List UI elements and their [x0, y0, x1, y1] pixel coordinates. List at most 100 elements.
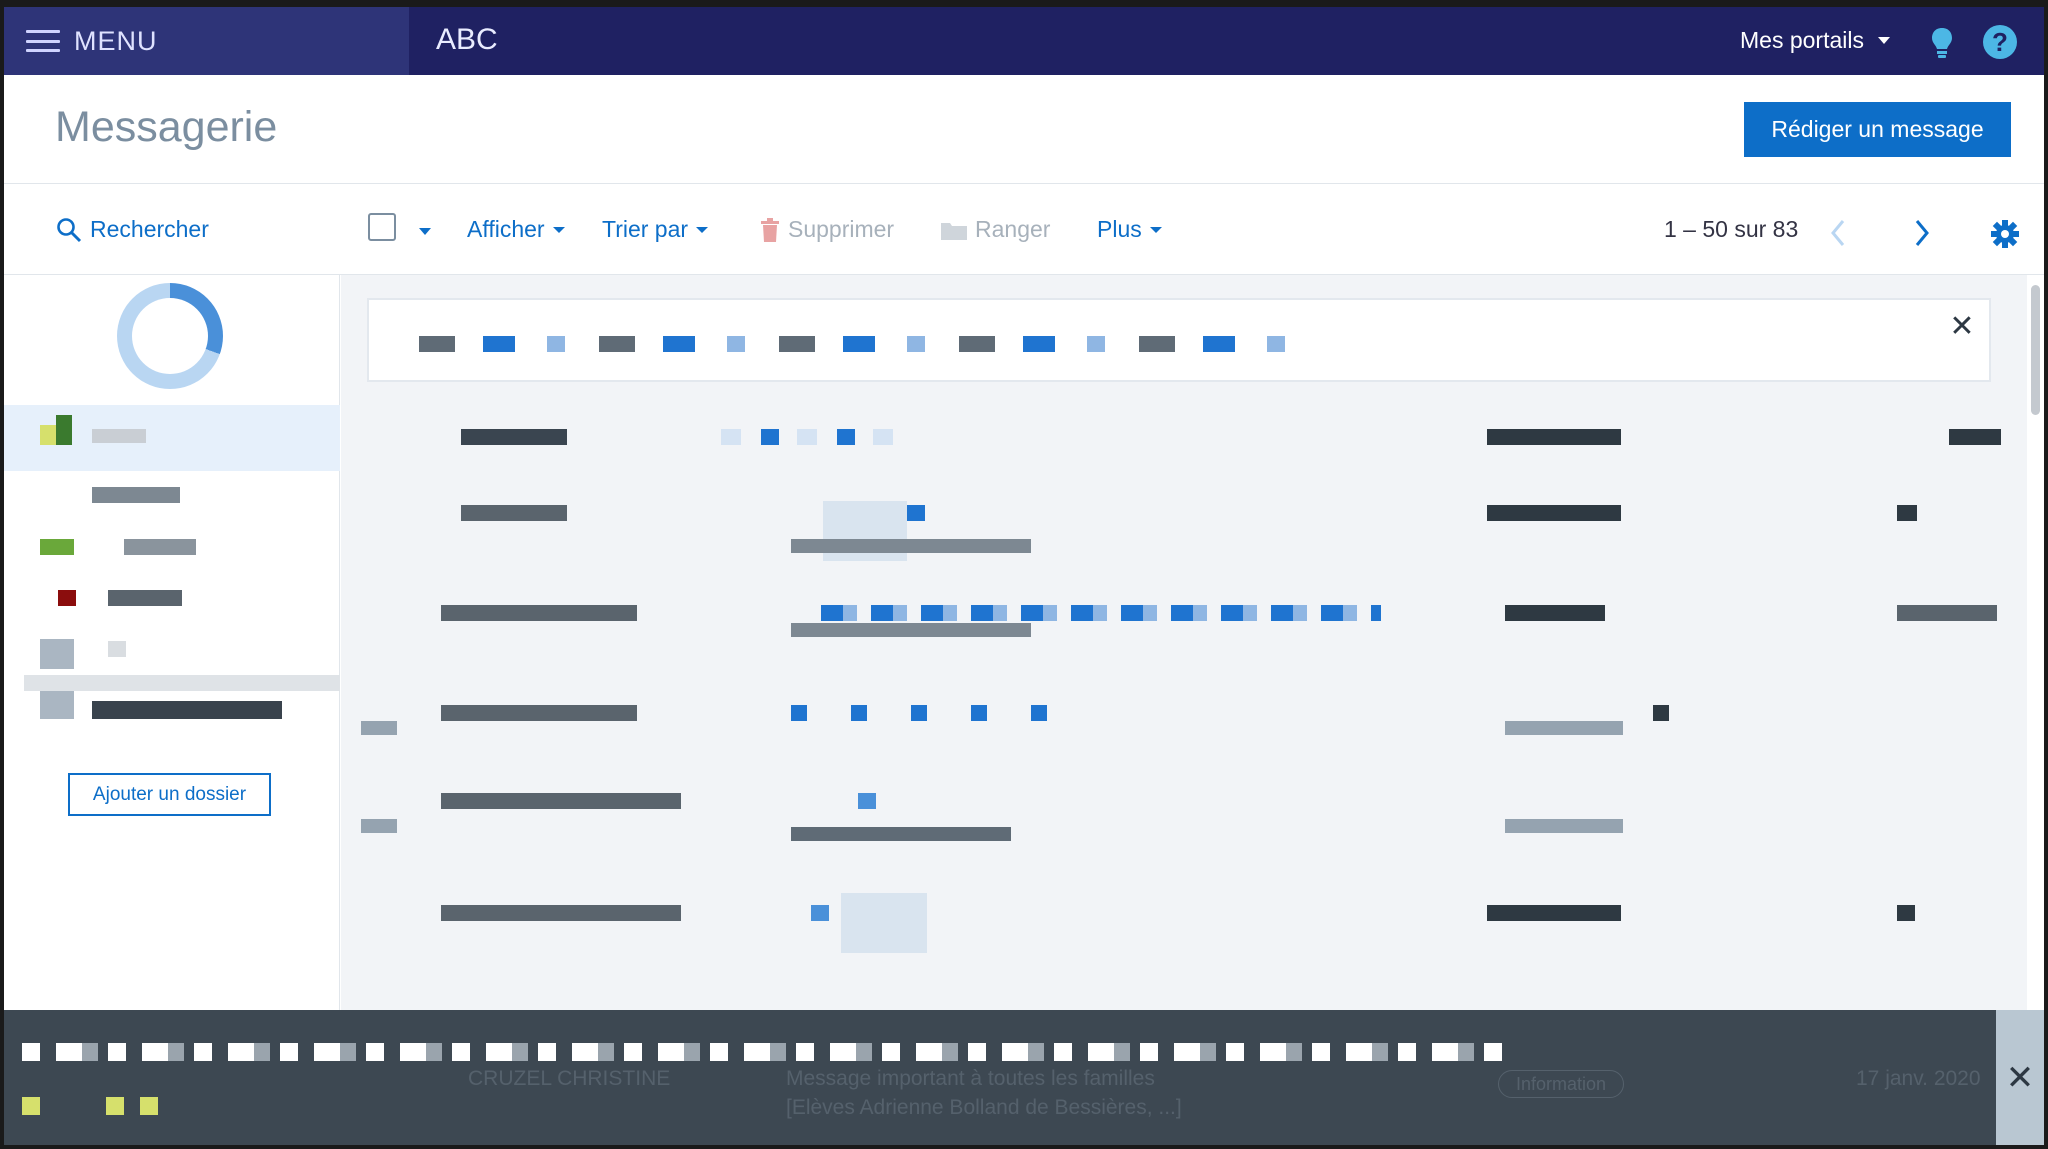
message-tag	[1505, 721, 1623, 735]
message-subject	[841, 893, 927, 953]
trash-icon	[761, 217, 779, 242]
message-date	[1897, 505, 1917, 521]
message-tag	[1505, 819, 1623, 833]
message-date	[1949, 429, 2001, 445]
message-sender	[441, 605, 637, 621]
menu-button[interactable]: MENU	[4, 7, 409, 75]
ghost-recipients: [Elèves Adrienne Bolland de Bessières, .…	[786, 1096, 1182, 1119]
chevron-down-icon[interactable]	[419, 228, 431, 235]
message-row[interactable]	[341, 395, 2027, 485]
message-list: ✕	[341, 275, 2027, 1015]
message-row[interactable]	[341, 585, 2027, 685]
lightbulb-icon[interactable]	[1930, 27, 1954, 59]
unread-marker	[361, 721, 397, 735]
banner-text	[419, 336, 1319, 352]
file-label: Ranger	[975, 216, 1051, 242]
message-row[interactable]	[341, 485, 2027, 585]
message-date	[1653, 705, 1669, 721]
search-icon	[57, 217, 82, 242]
message-sender	[441, 705, 637, 721]
search-button[interactable]: Rechercher	[56, 216, 209, 243]
folder-icon	[40, 425, 56, 445]
portals-dropdown[interactable]: Mes portails	[1740, 27, 1890, 54]
select-all-checkbox[interactable]	[368, 213, 396, 241]
folder-label	[92, 701, 282, 719]
show-label: Afficher	[467, 216, 545, 242]
message-row[interactable]	[341, 685, 2027, 775]
pagination-count: 1 – 50 sur 83	[1664, 216, 1799, 242]
search-label: Rechercher	[90, 216, 209, 242]
notification-bar: CRUZEL CHRISTINE Message important à tou…	[4, 1010, 2000, 1145]
notification-text	[22, 1043, 1502, 1061]
message-tag	[1487, 905, 1621, 921]
notification-icon	[22, 1097, 40, 1115]
message-preview	[791, 827, 1011, 841]
message-sender	[441, 793, 681, 809]
folder-icon	[941, 222, 967, 240]
notification-icon	[106, 1097, 124, 1115]
message-sender	[461, 429, 567, 445]
folder-label	[108, 590, 182, 606]
more-dropdown[interactable]: Plus	[1097, 216, 1162, 243]
sort-dropdown[interactable]: Trier par	[602, 216, 709, 243]
chevron-down-icon	[1877, 37, 1890, 44]
folder-icon	[58, 590, 76, 606]
folder-icon	[40, 539, 74, 555]
folder-label	[92, 487, 180, 503]
unread-marker	[361, 819, 397, 833]
scroll-thumb[interactable]	[2031, 285, 2040, 415]
folder-item[interactable]	[4, 405, 340, 471]
message-preview	[791, 623, 1031, 637]
message-row[interactable]	[341, 775, 2027, 875]
app-window: MENU ABC Mes portails ? Messagerie Rédig…	[4, 7, 2044, 1145]
divider	[24, 675, 340, 691]
show-dropdown[interactable]: Afficher	[467, 216, 565, 243]
message-tag	[1487, 505, 1621, 521]
close-icon[interactable]: ✕	[1947, 312, 1977, 342]
folder-icon	[40, 639, 74, 669]
folder-icon	[56, 415, 72, 445]
storage-usage-chart	[117, 283, 223, 389]
message-date	[1897, 905, 1915, 921]
close-icon[interactable]: ✕	[1996, 1010, 2044, 1145]
compose-button[interactable]: Rédiger un message	[1744, 102, 2011, 157]
message-tag	[1505, 605, 1605, 621]
chevron-down-icon	[552, 226, 565, 233]
message-subject	[858, 793, 876, 809]
page-title: Messagerie	[55, 103, 278, 151]
ghost-badge: Information	[1498, 1070, 1624, 1098]
folder-item[interactable]	[4, 691, 340, 757]
portals-label: Mes portails	[1740, 27, 1864, 53]
message-subject	[721, 429, 901, 445]
message-sender	[441, 905, 681, 921]
message-subject	[821, 605, 1381, 621]
ghost-subject: Message important à toutes les familles	[786, 1067, 1155, 1090]
sort-label: Trier par	[602, 216, 689, 242]
folder-label	[124, 539, 196, 555]
notification-icon	[140, 1097, 158, 1115]
message-sender	[461, 505, 567, 521]
chevron-down-icon	[1149, 226, 1162, 233]
top-bar: MENU ABC Mes portails ?	[4, 7, 2044, 75]
more-label: Plus	[1097, 216, 1142, 242]
folder-label	[92, 429, 146, 443]
chevron-right-icon[interactable]	[1913, 218, 1931, 248]
delete-label: Supprimer	[788, 216, 895, 242]
message-date	[1897, 605, 1997, 621]
folder-label	[108, 641, 126, 657]
app-title: ABC	[436, 23, 498, 56]
delete-button[interactable]: Supprimer	[760, 216, 894, 243]
message-tag	[1487, 429, 1621, 445]
file-button[interactable]: Ranger	[941, 216, 1050, 243]
gear-icon[interactable]	[1991, 220, 2019, 248]
add-folder-button[interactable]: Ajouter un dossier	[68, 773, 271, 816]
folder-icon	[40, 691, 74, 719]
chevron-left-icon[interactable]	[1829, 218, 1847, 248]
help-icon[interactable]: ?	[1983, 25, 2017, 59]
menu-label: MENU	[74, 25, 158, 56]
folder-sidebar: Ajouter un dossier	[4, 275, 340, 1015]
chevron-down-icon	[696, 226, 709, 233]
message-preview	[791, 539, 1031, 553]
message-row[interactable]	[341, 875, 2027, 985]
scrollbar[interactable]	[2027, 275, 2044, 1015]
